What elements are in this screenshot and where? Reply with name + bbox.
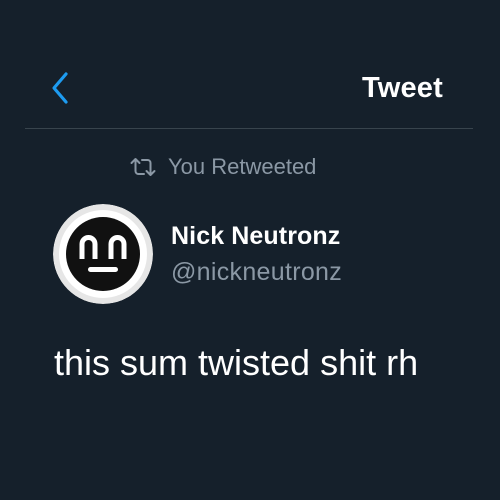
page-title: Tweet [361, 72, 443, 104]
tweet-text: this sum twisted shit rh [54, 342, 419, 383]
chevron-left-icon [52, 72, 68, 104]
retweet-icon [130, 158, 156, 176]
avatar[interactable] [53, 204, 153, 304]
retweet-context: You Retweeted [130, 152, 316, 182]
author-handle[interactable]: @nickneutronz [171, 256, 342, 288]
back-button[interactable] [40, 66, 80, 110]
author-display-name[interactable]: Nick Neutronz [171, 220, 340, 252]
header-divider [25, 128, 473, 129]
avatar-face-logo [53, 204, 153, 304]
retweet-context-label: You Retweeted [168, 154, 317, 179]
